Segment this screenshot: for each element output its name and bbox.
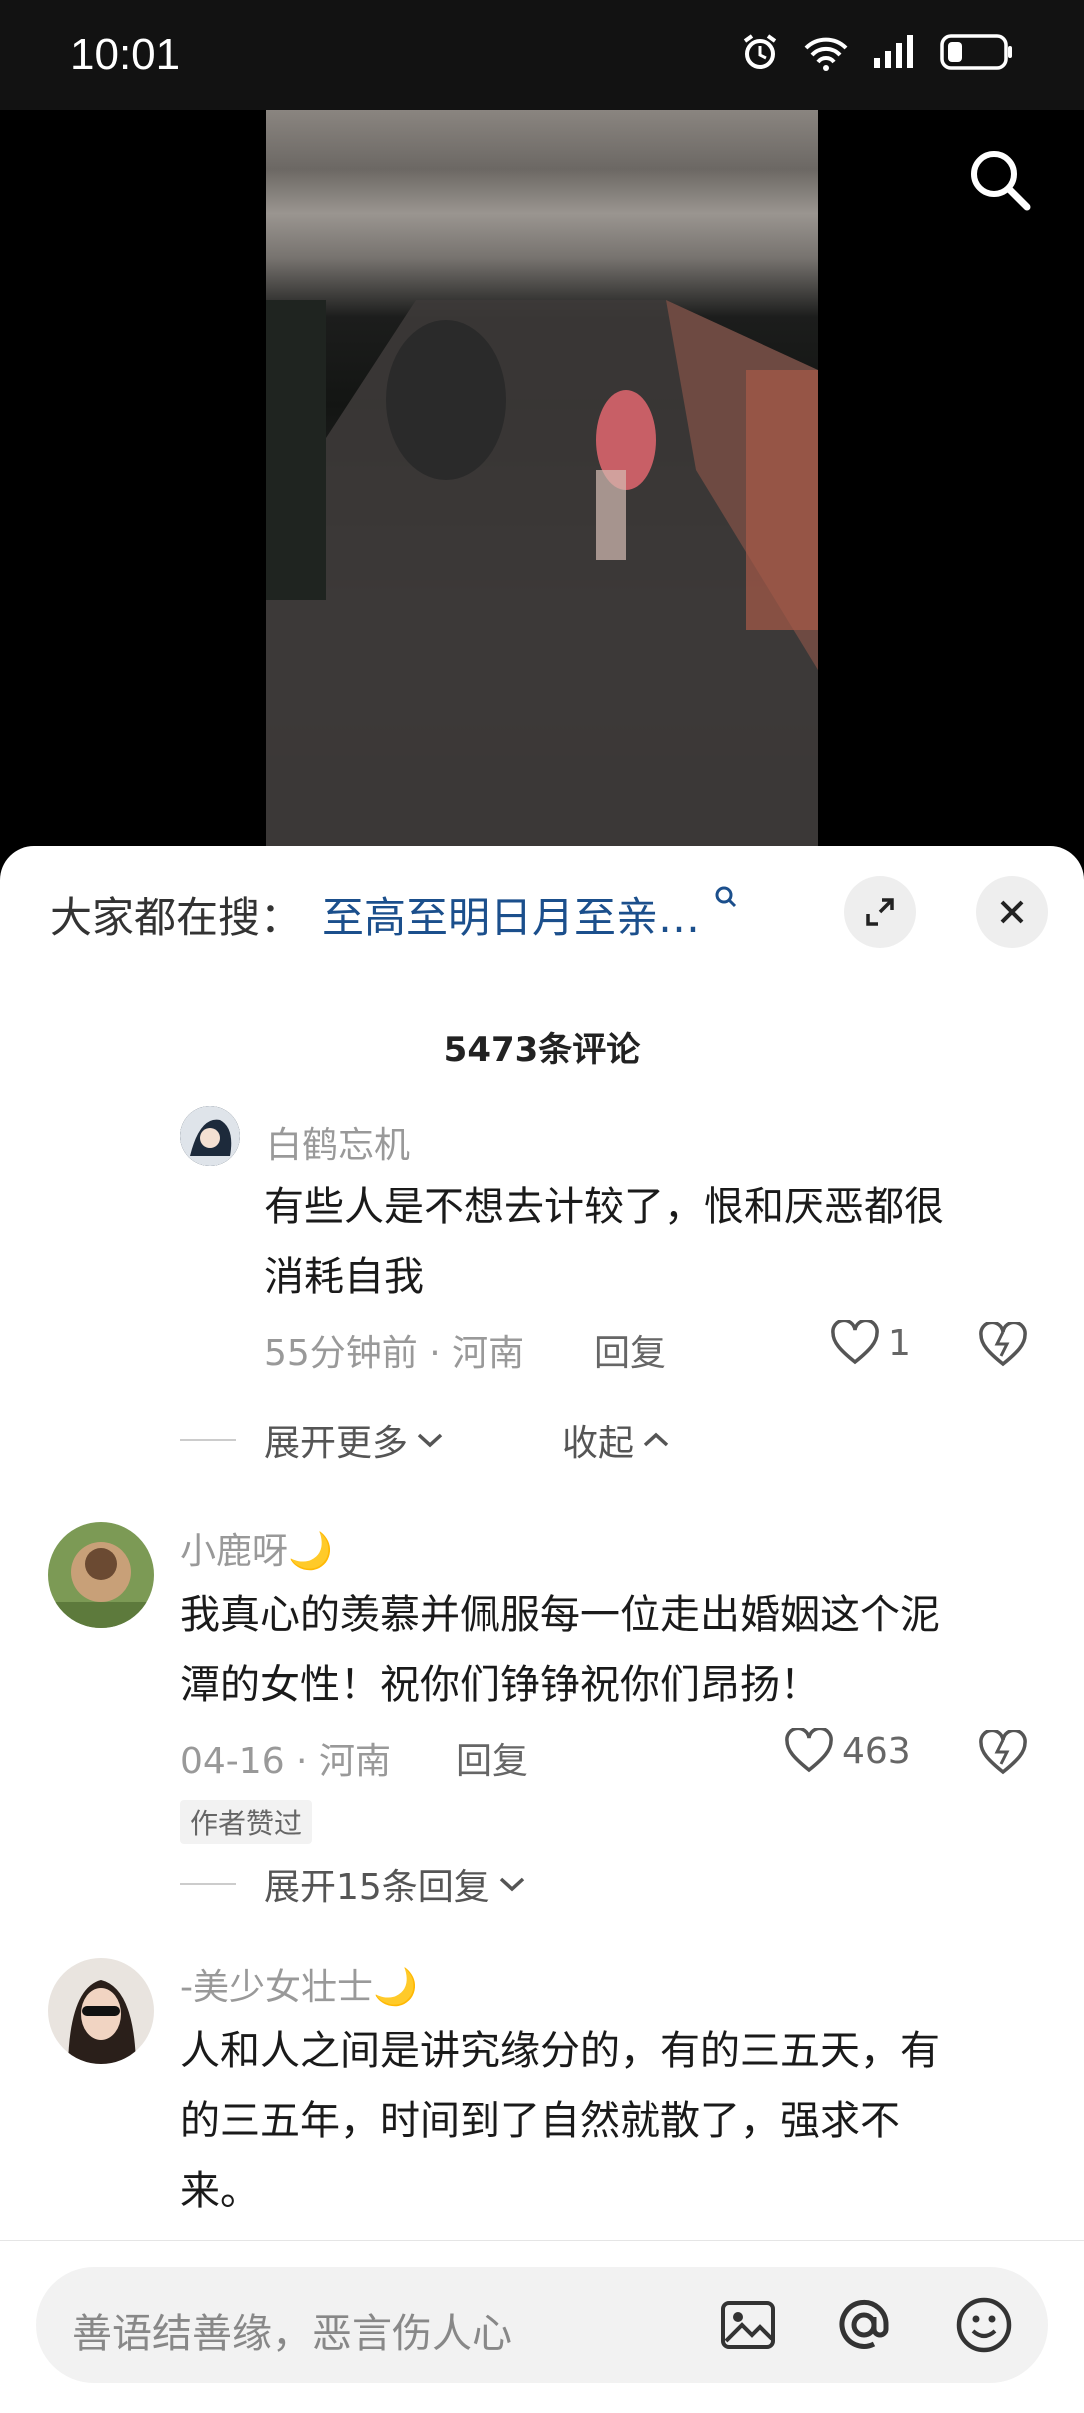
close-icon: [1000, 900, 1024, 924]
status-bar: 10:01: [0, 0, 1084, 110]
comment-author[interactable]: 小鹿呀🌙: [180, 1522, 333, 1574]
wifi-icon: [804, 37, 848, 71]
comment-author[interactable]: -美少女壮士🌙: [180, 1958, 418, 2010]
chevron-down-icon: [417, 1433, 443, 1448]
video-frame[interactable]: [266, 110, 818, 850]
dislike-icon[interactable]: [978, 1730, 1028, 1776]
image-icon[interactable]: [718, 2295, 778, 2355]
collapse-button[interactable]: 收起: [562, 1414, 672, 1466]
status-time: 10:01: [70, 30, 181, 79]
search-icon: [715, 886, 737, 908]
avatar[interactable]: [180, 1106, 240, 1166]
author-liked-badge: 作者赞过: [180, 1800, 313, 1844]
avatar[interactable]: [48, 1958, 154, 2064]
video-player[interactable]: [0, 110, 1084, 850]
chevron-up-icon: [643, 1432, 669, 1447]
reply-button[interactable]: 回复: [594, 1324, 666, 1376]
at-icon[interactable]: [834, 2295, 894, 2355]
like-button[interactable]: 1: [830, 1320, 911, 1366]
expand-icon: [866, 898, 894, 926]
comment-text: 有些人是不想去计较了，恨和厌恶都很 消耗自我: [264, 1184, 944, 1300]
like-count: 463: [842, 1730, 911, 1772]
emoji-icon[interactable]: [954, 2295, 1014, 2355]
comment-text: 我真心的羡慕并佩服每一位走出婚姻这个泥 潭的女性！祝你们铮铮祝你们昂扬！: [180, 1592, 940, 1708]
expand-more-button[interactable]: 展开更多: [180, 1414, 446, 1466]
hot-search-query[interactable]: 至高至明日月至亲…: [322, 893, 700, 942]
heart-icon: [785, 1728, 833, 1773]
like-button[interactable]: 463: [784, 1728, 911, 1774]
comment-sheet: 大家都在搜： 至高至明日月至亲… 5473条评论 白鹤忘机 有些人是不想去计较了，…: [0, 846, 1084, 2412]
comment-count: 5473条评论: [443, 1030, 641, 1070]
avatar[interactable]: [48, 1522, 154, 1628]
hot-search[interactable]: 大家都在搜： 至高至明日月至亲…: [50, 884, 739, 945]
chevron-down-icon: [499, 1877, 524, 1892]
comment-text: 人和人之间是讲究缘分的，有的三五天，有 的三五年，时间到了自然就散了，强求不 来…: [180, 2028, 940, 2214]
reply-button[interactable]: 回复: [456, 1732, 528, 1784]
expand-button[interactable]: [844, 876, 916, 948]
comment-input-bar: 善语结善缘，恶言伤人心: [0, 2240, 1084, 2413]
comment-meta: 55分钟前 · 河南: [264, 1333, 525, 1374]
alarm-icon: [743, 34, 777, 69]
battery-icon: [940, 34, 1012, 70]
like-count: 1: [888, 1322, 911, 1364]
hot-search-prefix: 大家都在搜：: [50, 893, 303, 942]
comment-meta: 04-16 · 河南: [180, 1741, 391, 1782]
expand-replies-button[interactable]: 展开15条回复: [180, 1858, 528, 1910]
dislike-icon[interactable]: [978, 1322, 1028, 1368]
heart-icon: [831, 1320, 879, 1365]
video-scene: [266, 300, 818, 850]
signal-icon: [874, 35, 913, 68]
input-placeholder: 善语结善缘，恶言伤人心: [72, 2311, 512, 2357]
comment-author[interactable]: 白鹤忘机: [266, 1116, 410, 1168]
status-icons: [740, 32, 1014, 72]
comment-input[interactable]: 善语结善缘，恶言伤人心: [36, 2267, 1048, 2383]
close-button[interactable]: [976, 876, 1048, 948]
search-icon[interactable]: [964, 144, 1036, 216]
